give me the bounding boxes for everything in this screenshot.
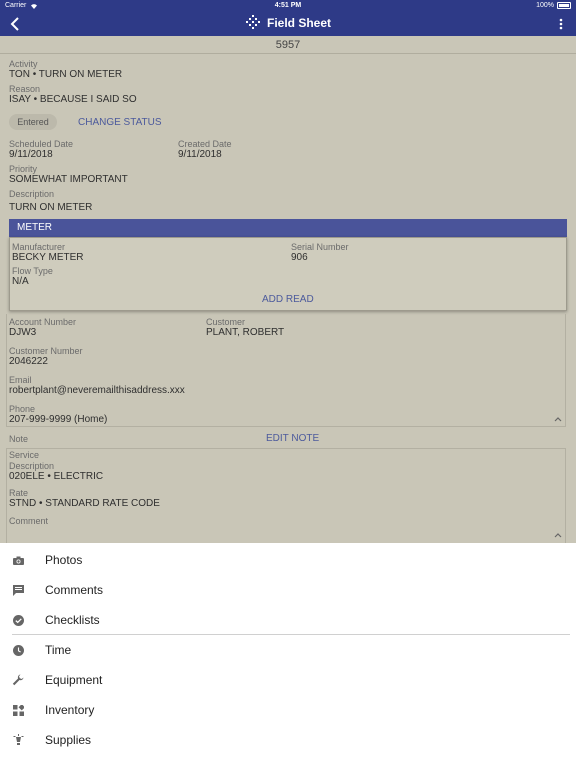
service-label: Service <box>9 450 40 460</box>
serial-number-label: Serial Number <box>291 242 349 252</box>
created-date-label: Created Date <box>178 139 232 149</box>
battery-percent: 100% <box>536 2 554 9</box>
clock-icon <box>12 644 24 656</box>
divider <box>6 426 566 427</box>
scheduled-date-value: 9/11/2018 <box>9 149 53 160</box>
customer-number-value: 2046222 <box>9 356 48 367</box>
customer-number-label: Customer Number <box>9 346 83 356</box>
reason-field: Reason ISAY • BECAUSE I SAID SO <box>9 84 137 105</box>
created-date-value: 9/11/2018 <box>178 149 222 160</box>
activity-field: Activity TON • TURN ON METER <box>9 59 122 80</box>
description-value: TURN ON METER <box>9 202 93 213</box>
rate-value: STND • STANDARD RATE CODE <box>9 498 160 509</box>
field-sheet-content: 5957 Activity TON • TURN ON METER Reason… <box>0 36 576 543</box>
menu-divider <box>12 634 570 635</box>
rate-label: Rate <box>9 488 29 498</box>
menu-item-label: Time <box>45 643 72 657</box>
flow-type-value: N/A <box>12 276 29 287</box>
menu-item-label: Photos <box>45 553 83 567</box>
edit-note-button[interactable]: EDIT NOTE <box>266 433 319 444</box>
menu-item-comments[interactable]: Comments <box>0 576 576 604</box>
scheduled-date-field: Scheduled Date 9/11/2018 <box>9 139 73 160</box>
manufacturer-value: BECKY METER <box>12 252 84 263</box>
scheduled-date-label: Scheduled Date <box>9 139 74 149</box>
description-label: Description <box>9 189 55 199</box>
customer-number-field: Customer Number 2046222 <box>9 346 83 367</box>
phone-value: 207-999-9999 (Home) <box>9 414 108 425</box>
comment-label: Comment <box>9 516 49 526</box>
priority-label: Priority <box>9 164 38 174</box>
activity-value: TON • TURN ON METER <box>9 69 123 80</box>
activity-label: Activity <box>9 59 38 69</box>
menu-item-supplies[interactable]: Supplies <box>0 726 576 754</box>
battery-icon <box>557 2 571 9</box>
menu-item-time[interactable]: Time <box>0 636 576 664</box>
app-logo-icon <box>245 15 260 29</box>
nav-bar: Field Sheet <box>0 12 576 36</box>
flow-type-label: Flow Type <box>12 266 53 276</box>
account-number-value: DJW3 <box>9 327 37 338</box>
account-number-field: Account Number DJW3 <box>9 317 76 338</box>
service-description-label: Description <box>9 461 55 471</box>
action-menu: Photos Comments Checklists Time Equipmen… <box>0 543 576 768</box>
service-description-field: Description 020ELE • ELECTRIC <box>9 461 103 482</box>
status-bar: Carrier 4:51 PM 100% <box>0 0 576 12</box>
menu-item-label: Supplies <box>45 733 92 747</box>
priority-field: Priority SOMEWHAT IMPORTANT <box>9 164 128 185</box>
status-time: 4:51 PM <box>274 2 302 9</box>
reason-value: ISAY • BECAUSE I SAID SO <box>9 94 137 105</box>
add-read-button[interactable]: ADD READ <box>262 294 314 305</box>
flow-type-field: Flow Type N/A <box>12 266 53 287</box>
manufacturer-label: Manufacturer <box>12 242 66 252</box>
record-number: 5957 <box>0 36 576 54</box>
email-field: Email robertplant@neveremailthisaddress.… <box>9 375 185 396</box>
created-date-field: Created Date 9/11/2018 <box>178 139 232 160</box>
menu-item-label: Inventory <box>45 703 95 717</box>
wrench-icon <box>12 674 24 686</box>
note-label: Note <box>9 434 29 444</box>
menu-item-equipment[interactable]: Equipment <box>0 666 576 694</box>
camera-icon <box>12 554 24 566</box>
check-circle-icon <box>12 614 24 626</box>
email-label: Email <box>9 375 32 385</box>
menu-item-label: Equipment <box>45 673 103 687</box>
rate-field: Rate STND • STANDARD RATE CODE <box>9 488 160 509</box>
manufacturer-field: Manufacturer BECKY METER <box>12 242 84 263</box>
menu-item-photos[interactable]: Photos <box>0 546 576 574</box>
phone-label: Phone <box>9 404 36 414</box>
page-title: Field Sheet <box>266 16 331 30</box>
email-value: robertplant@neveremailthisaddress.xxx <box>9 385 185 396</box>
light-bulb-icon <box>12 734 24 746</box>
menu-item-inventory[interactable]: Inventory <box>0 696 576 724</box>
phone-field: Phone 207-999-9999 (Home) <box>9 404 107 425</box>
status-badge: Entered <box>9 114 57 130</box>
chevron-up-icon[interactable] <box>554 415 562 423</box>
more-vertical-icon <box>559 18 563 30</box>
widgets-icon <box>12 704 24 716</box>
serial-number-value: 906 <box>291 252 308 263</box>
account-number-label: Account Number <box>9 317 77 327</box>
customer-label: Customer <box>206 317 246 327</box>
reason-label: Reason <box>9 84 41 94</box>
customer-field: Customer PLANT, ROBERT <box>206 317 284 338</box>
change-status-link[interactable]: CHANGE STATUS <box>78 117 162 128</box>
meter-card: Manufacturer BECKY METER Serial Number 9… <box>9 237 567 311</box>
comment-icon <box>12 584 24 596</box>
menu-item-checklists[interactable]: Checklists <box>0 606 576 634</box>
priority-value: SOMEWHAT IMPORTANT <box>9 174 128 185</box>
more-options-button[interactable] <box>556 15 566 33</box>
meter-section-header: METER <box>9 219 567 237</box>
menu-item-label: Comments <box>45 583 104 597</box>
customer-value: PLANT, ROBERT <box>206 327 285 338</box>
menu-item-label: Checklists <box>45 613 100 627</box>
description-field: Description TURN ON METER <box>9 189 92 213</box>
chevron-up-icon[interactable] <box>554 531 562 539</box>
serial-number-field: Serial Number 906 <box>291 242 349 263</box>
service-description-value: 020ELE • ELECTRIC <box>9 471 104 482</box>
